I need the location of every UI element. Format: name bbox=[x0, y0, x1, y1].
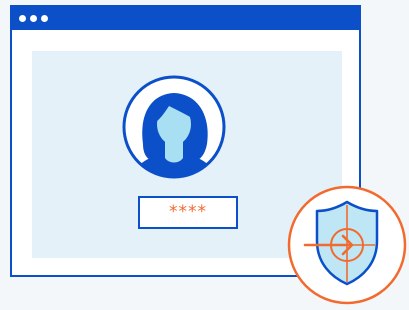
password-field[interactable]: **** bbox=[138, 196, 238, 229]
window-dot-icon bbox=[41, 15, 48, 22]
illustration: **** bbox=[0, 0, 409, 310]
window-dot-icon bbox=[19, 15, 26, 22]
user-avatar-icon bbox=[122, 75, 226, 179]
window-dot-icon bbox=[30, 15, 37, 22]
shield-login-icon bbox=[287, 185, 407, 305]
password-mask: **** bbox=[169, 202, 207, 222]
window-titlebar bbox=[12, 7, 359, 30]
